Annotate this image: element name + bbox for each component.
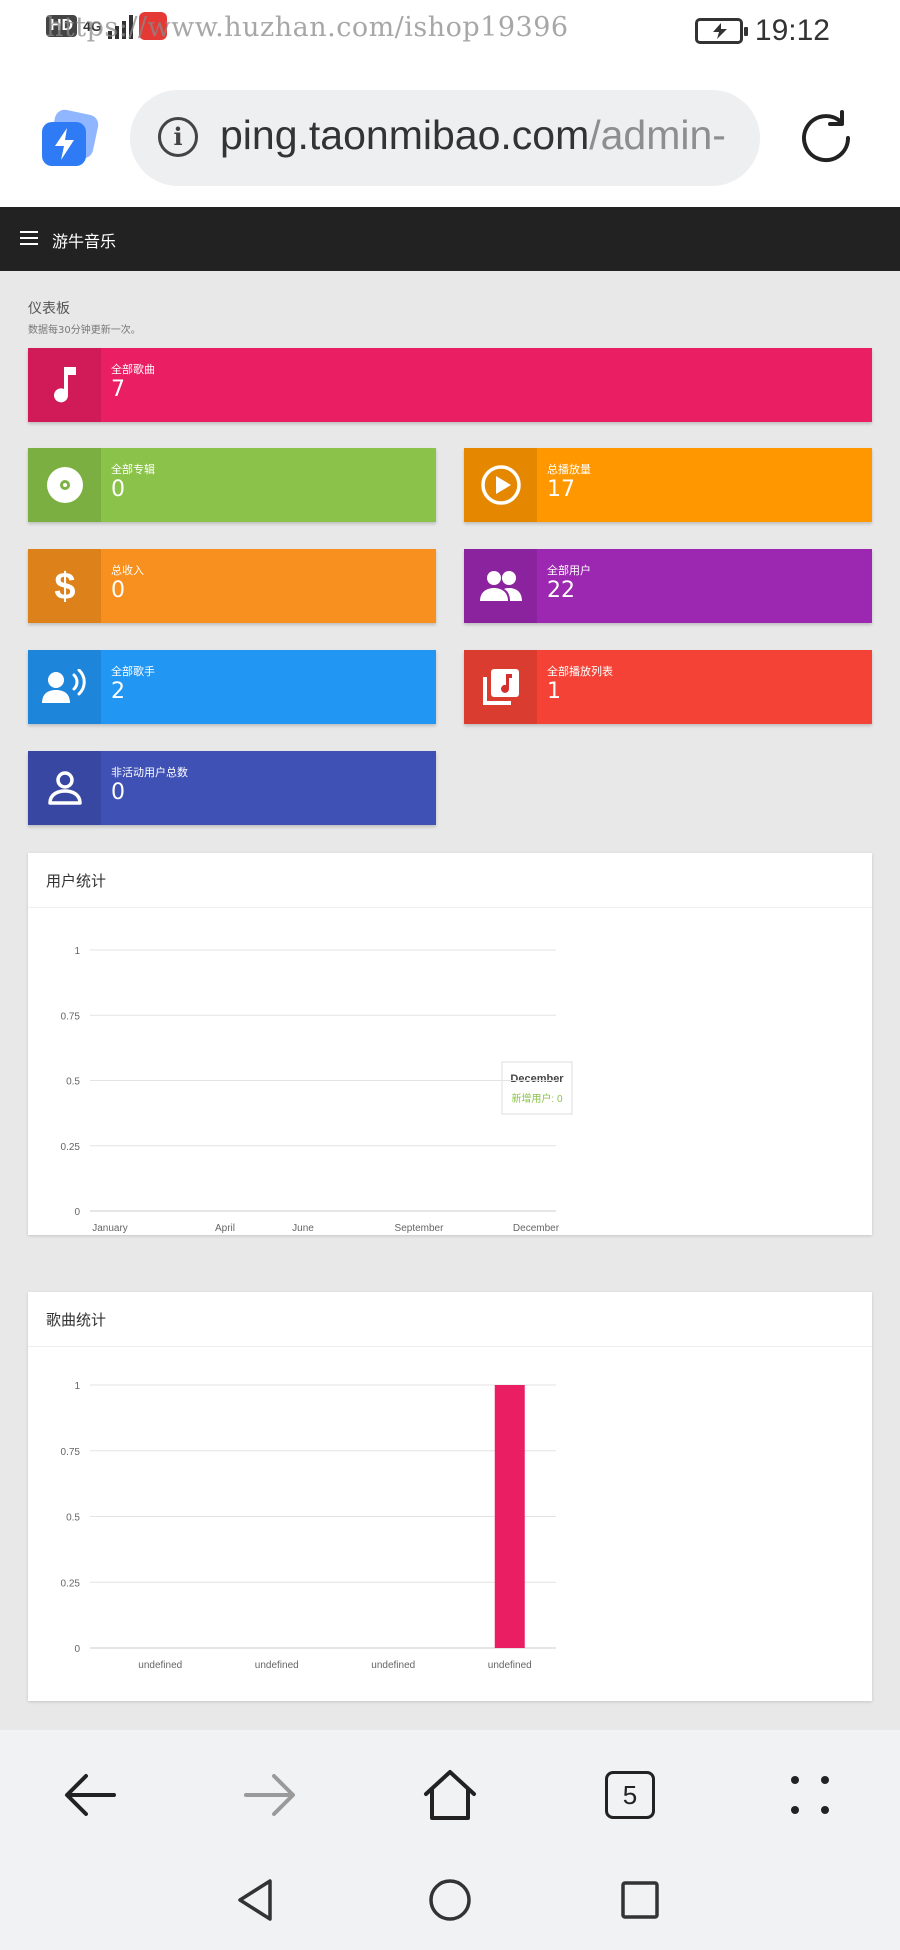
tab-count: 5 bbox=[605, 1771, 655, 1819]
y-tick-label: 0.75 bbox=[61, 1011, 81, 1022]
stat-card-users[interactable]: 全部用户 22 bbox=[464, 549, 872, 623]
battery-charging-icon bbox=[694, 18, 748, 44]
more-menu-icon[interactable] bbox=[770, 1760, 850, 1830]
stat-card-income[interactable]: $ 总收入 0 bbox=[28, 549, 436, 623]
x-tick-label: undefined bbox=[371, 1660, 415, 1671]
stat-value: 2 bbox=[111, 679, 125, 704]
x-tick-label: April bbox=[215, 1223, 235, 1234]
nav-home-circle-icon[interactable] bbox=[420, 1870, 480, 1930]
music-note-icon bbox=[28, 348, 101, 422]
stat-label: 全部专辑 bbox=[111, 463, 155, 476]
address-bar[interactable]: i ping.taonmibao.com/admin- bbox=[130, 90, 760, 186]
playlist-icon bbox=[464, 650, 537, 724]
stat-card-inactive-users[interactable]: 非活动用户总数 0 bbox=[28, 751, 436, 825]
stat-value: 0 bbox=[111, 477, 125, 502]
y-tick-label: 0 bbox=[74, 1644, 80, 1655]
stat-label: 全部歌曲 bbox=[111, 363, 155, 376]
browser-logo-icon[interactable] bbox=[40, 108, 100, 172]
panel-title: 用户统计 bbox=[28, 853, 872, 908]
stat-label: 总收入 bbox=[111, 564, 144, 577]
stat-value: 0 bbox=[111, 780, 125, 805]
user-stats-chart: December 新增用户: 0 0 0.25 0.5 0.75 1 January Apr… bbox=[61, 946, 573, 1234]
stat-value: 0 bbox=[111, 578, 125, 603]
dashboard-content: 仪表板 数据每30分钟更新一次。 全部歌曲 7 全部专辑 0 总播放量 17 $ 总收… bbox=[0, 271, 900, 1730]
chart-bar bbox=[494, 1385, 525, 1648]
nav-recents-square-icon[interactable] bbox=[610, 1870, 670, 1930]
disc-icon bbox=[28, 448, 101, 522]
stat-card-artists[interactable]: 全部歌手 2 bbox=[28, 650, 436, 724]
stat-value: 22 bbox=[547, 578, 575, 603]
y-tick-label: 1 bbox=[74, 1381, 80, 1392]
y-tick-label: 1 bbox=[74, 946, 80, 957]
song-stats-panel: 歌曲统计 0 0.25 0.5 0.75 1 undefined undefined unde… bbox=[28, 1292, 872, 1701]
url-text[interactable]: ping.taonmibao.com/admin- bbox=[220, 112, 726, 159]
stat-label: 总播放量 bbox=[547, 463, 591, 476]
page-title: 仪表板 bbox=[28, 301, 70, 317]
stat-card-songs[interactable]: 全部歌曲 7 bbox=[28, 348, 872, 422]
y-tick-label: 0.25 bbox=[61, 1142, 81, 1153]
svg-text:$: $ bbox=[54, 566, 75, 607]
stat-card-plays[interactable]: 总播放量 17 bbox=[464, 448, 872, 522]
status-bar: HD 4G https://www.huzhan.com/ishop19396 … bbox=[0, 0, 900, 70]
forward-arrow-icon[interactable] bbox=[230, 1760, 310, 1830]
tooltip-title: December bbox=[510, 1073, 564, 1085]
watermark: https://www.huzhan.com/ishop19396 bbox=[46, 12, 569, 43]
page-subtitle: 数据每30分钟更新一次。 bbox=[28, 325, 141, 336]
song-stats-chart: 0 0.25 0.5 0.75 1 undefined undefined undefined… bbox=[61, 1381, 556, 1671]
home-icon[interactable] bbox=[410, 1760, 490, 1830]
app-title: 游牛音乐 bbox=[52, 232, 117, 251]
url-host: ping.taonmibao.com bbox=[220, 112, 590, 158]
y-tick-label: 0.75 bbox=[61, 1447, 81, 1458]
x-tick-label: September bbox=[395, 1223, 445, 1234]
user-stats-panel: 用户统计 December 新增用户: 0 0 0.25 0.5 0.75 1 Janua… bbox=[28, 853, 872, 1235]
status-right: 19:12 bbox=[694, 14, 830, 48]
url-path: /admin- bbox=[589, 112, 726, 158]
stat-label: 全部歌手 bbox=[111, 665, 155, 678]
back-arrow-icon[interactable] bbox=[50, 1760, 130, 1830]
y-tick-label: 0.5 bbox=[66, 1077, 80, 1088]
tooltip-value: 新增用户: 0 bbox=[511, 1092, 563, 1105]
stat-value: 1 bbox=[547, 679, 561, 704]
stat-value: 17 bbox=[547, 477, 575, 502]
reload-icon[interactable] bbox=[798, 108, 858, 168]
x-tick-label: June bbox=[292, 1223, 314, 1234]
tooltip: December 新增用户: 0 bbox=[501, 1061, 573, 1115]
app-header: 游牛音乐 bbox=[0, 207, 900, 271]
speaking-person-icon bbox=[28, 650, 101, 724]
x-tick-label: January bbox=[92, 1223, 128, 1234]
tabs-button[interactable]: 5 bbox=[590, 1760, 670, 1830]
nav-back-triangle-icon[interactable] bbox=[226, 1870, 286, 1930]
y-tick-label: 0 bbox=[74, 1207, 80, 1218]
stat-label: 全部用户 bbox=[547, 564, 591, 577]
play-circle-icon bbox=[464, 448, 537, 522]
y-tick-label: 0.5 bbox=[66, 1513, 80, 1524]
stat-label: 非活动用户总数 bbox=[111, 766, 188, 779]
info-icon[interactable]: i bbox=[158, 117, 198, 157]
hamburger-menu-icon[interactable] bbox=[20, 231, 38, 245]
x-tick-label: undefined bbox=[138, 1660, 182, 1671]
person-outline-icon bbox=[28, 751, 101, 825]
browser-bar: i ping.taonmibao.com/admin- bbox=[0, 70, 900, 207]
stat-value: 7 bbox=[111, 377, 125, 402]
clock: 19:12 bbox=[754, 14, 830, 47]
x-tick-label: undefined bbox=[488, 1660, 532, 1671]
dollar-icon: $ bbox=[28, 549, 101, 623]
x-tick-label: undefined bbox=[255, 1660, 299, 1671]
stat-card-albums[interactable]: 全部专辑 0 bbox=[28, 448, 436, 522]
panel-title: 歌曲统计 bbox=[28, 1292, 872, 1347]
users-icon bbox=[464, 549, 537, 623]
stat-card-playlists[interactable]: 全部播放列表 1 bbox=[464, 650, 872, 724]
browser-toolbar: 5 bbox=[0, 1730, 900, 1950]
x-tick-label: December bbox=[513, 1223, 560, 1234]
stat-label: 全部播放列表 bbox=[547, 665, 613, 678]
y-tick-label: 0.25 bbox=[61, 1578, 81, 1589]
